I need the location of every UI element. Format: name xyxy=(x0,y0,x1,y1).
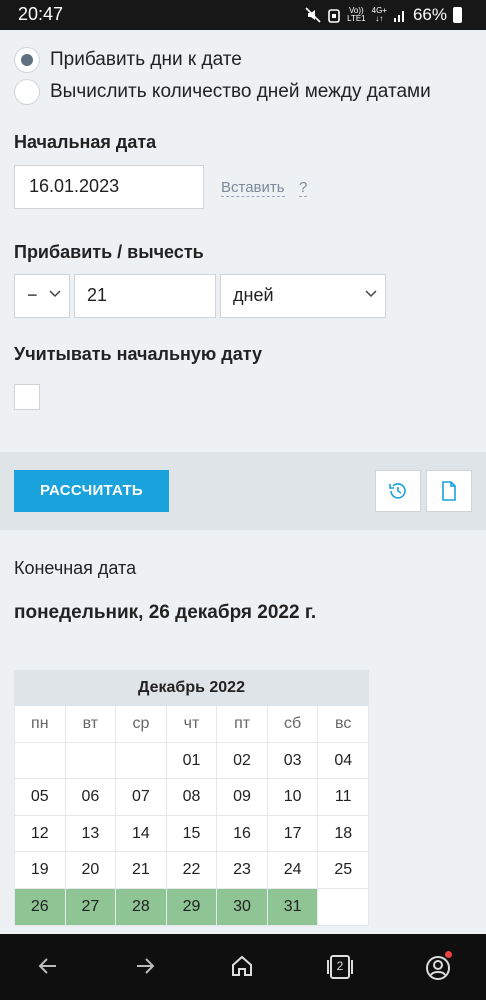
calendar-day[interactable]: 03 xyxy=(267,742,318,779)
chevron-down-icon xyxy=(49,290,61,298)
calendar-day[interactable]: 16 xyxy=(217,815,267,852)
calendar-day[interactable]: 11 xyxy=(318,779,368,815)
calendar-day[interactable]: 19 xyxy=(15,852,65,888)
calendar-empty-cell xyxy=(116,742,166,779)
calendar-day[interactable]: 12 xyxy=(15,815,65,852)
calendar-day[interactable]: 14 xyxy=(116,815,166,852)
mode-days-between-label: Вычислить количество дней между датами xyxy=(50,81,431,102)
calendar-weekday-header: сб xyxy=(267,706,318,742)
calendar-day[interactable]: 05 xyxy=(15,779,65,815)
signal-icon xyxy=(393,11,404,22)
sign-select-value: − xyxy=(27,285,38,305)
chevron-down-icon xyxy=(365,290,377,298)
calendar-day[interactable]: 18 xyxy=(318,815,368,852)
paste-link[interactable]: Вставить xyxy=(221,179,285,197)
battery-icon xyxy=(453,7,462,23)
calendar-weekday-header: чт xyxy=(166,706,217,742)
volte-indicator: Vo)) LTE1 xyxy=(347,6,366,23)
forward-arrow-icon[interactable] xyxy=(133,954,157,978)
document-button[interactable] xyxy=(426,470,472,512)
notification-dot xyxy=(445,951,452,958)
calendar-day[interactable]: 25 xyxy=(318,852,368,888)
start-date-input[interactable]: 16.01.2023 xyxy=(14,165,204,209)
calendar-day[interactable]: 22 xyxy=(166,852,217,888)
calendar-day[interactable]: 21 xyxy=(116,852,166,888)
calendar-empty-cell xyxy=(65,742,116,779)
calendar-weekday-header: пн xyxy=(15,706,65,742)
add-subtract-label: Прибавить / вычесть xyxy=(14,242,204,262)
include-start-checkbox[interactable] xyxy=(14,384,40,410)
network-type-indicator: 4G+ ↓↑ xyxy=(371,6,387,23)
calendar-day[interactable]: 04 xyxy=(318,742,368,779)
tabs-button[interactable]: 2 xyxy=(326,954,354,980)
calendar-day[interactable]: 20 xyxy=(65,852,116,888)
account-button[interactable] xyxy=(424,951,452,982)
sign-select[interactable]: − xyxy=(14,274,70,318)
account-icon xyxy=(426,956,450,980)
navigation-bar: 2 xyxy=(0,934,486,1000)
radio-button-checked[interactable] xyxy=(14,47,40,73)
status-icons: Vo)) LTE1 4G+ ↓↑ 66% xyxy=(305,5,462,25)
action-bar: РАССЧИТАТЬ xyxy=(0,452,486,530)
calculate-button[interactable]: РАССЧИТАТЬ xyxy=(14,470,169,512)
radio-button[interactable] xyxy=(14,79,40,105)
help-link[interactable]: ? xyxy=(299,179,308,197)
calendar-day[interactable]: 23 xyxy=(217,852,267,888)
status-time: 20:47 xyxy=(18,4,64,24)
calendar-day[interactable]: 31 xyxy=(267,888,318,925)
document-icon xyxy=(442,481,456,501)
back-arrow-icon[interactable] xyxy=(36,954,60,978)
calendar-weekday-header: вт xyxy=(65,706,116,742)
mode-days-between[interactable]: Вычислить количество дней между датами xyxy=(14,79,431,105)
mode-add-days[interactable]: Прибавить дни к дате xyxy=(14,47,242,73)
result-section: Конечная дата понедельник, 26 декабря 20… xyxy=(0,530,486,934)
battery-percent: 66% xyxy=(412,5,447,24)
calendar-day[interactable]: 06 xyxy=(65,779,116,815)
calendar-empty-cell xyxy=(15,742,65,779)
calendar-day[interactable]: 02 xyxy=(217,742,267,779)
calendar-day[interactable]: 10 xyxy=(267,779,318,815)
calendar-day[interactable]: 26 xyxy=(15,888,65,925)
history-button[interactable] xyxy=(375,470,421,512)
amount-input[interactable]: 21 xyxy=(74,274,216,318)
calendar-empty-cell xyxy=(318,888,368,925)
unit-select-value: дней xyxy=(233,285,274,305)
calendar-day[interactable]: 28 xyxy=(116,888,166,925)
mute-icon xyxy=(305,7,321,23)
calendar-day[interactable]: 30 xyxy=(217,888,267,925)
calendar-day[interactable]: 27 xyxy=(65,888,116,925)
result-value: понедельник, 26 декабря 2022 г. xyxy=(14,602,317,623)
home-icon[interactable] xyxy=(230,954,254,978)
result-label: Конечная дата xyxy=(14,558,137,578)
calculator-form: Прибавить дни к дате Вычислить количеств… xyxy=(0,30,486,452)
calendar-weekday-header: пт xyxy=(217,706,267,742)
calendar-day[interactable]: 17 xyxy=(267,815,318,852)
calendar-day[interactable]: 29 xyxy=(166,888,217,925)
unit-select[interactable]: дней xyxy=(220,274,386,318)
calendar: Декабрь 2022 пн вт ср чт пт сб вс 01 02 03 04 05 06 0… xyxy=(14,670,369,926)
status-bar: 20:47 Vo)) LTE1 4G+ ↓↑ 66% xyxy=(0,0,486,30)
calendar-day[interactable]: 15 xyxy=(166,815,217,852)
calendar-day[interactable]: 07 xyxy=(116,779,166,815)
history-icon xyxy=(389,483,406,499)
calendar-day[interactable]: 08 xyxy=(166,779,217,815)
calendar-weekday-header: ср xyxy=(116,706,166,742)
mode-add-days-label: Прибавить дни к дате xyxy=(50,49,242,70)
calendar-day[interactable]: 01 xyxy=(166,742,217,779)
calendar-grid: пн вт ср чт пт сб вс 01 02 03 04 05 06 07 08 09 10 11 12 13… xyxy=(14,706,369,926)
calendar-day[interactable]: 13 xyxy=(65,815,116,852)
calendar-day[interactable]: 24 xyxy=(267,852,318,888)
calendar-day[interactable]: 09 xyxy=(217,779,267,815)
alarm-icon xyxy=(328,9,340,23)
start-date-label: Начальная дата xyxy=(14,132,157,152)
calendar-weekday-header: вс xyxy=(318,706,368,742)
tabs-count: 2 xyxy=(336,959,344,973)
include-start-label: Учитывать начальную дату xyxy=(14,344,262,364)
calendar-month-title: Декабрь 2022 xyxy=(14,670,369,706)
